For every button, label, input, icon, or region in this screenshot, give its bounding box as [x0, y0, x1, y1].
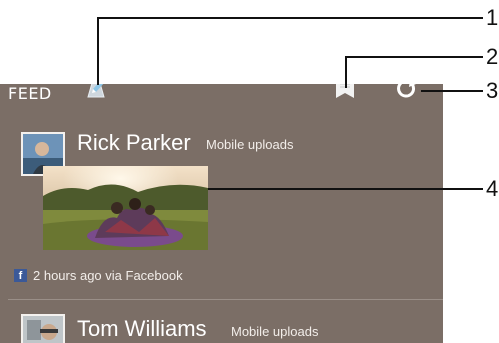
- callout-line-4: [208, 188, 483, 190]
- callout-line-1-vertical: [97, 17, 99, 85]
- post-author-name[interactable]: Rick Parker: [77, 130, 191, 156]
- feed-item[interactable]: Rick Parker Mobile uploads f 2 hours ago…: [0, 120, 443, 298]
- callout-line-1-horizontal: [97, 17, 483, 19]
- callout-line-2-vertical: [345, 56, 347, 88]
- callout-number-2: 2: [486, 44, 499, 69]
- feed-header: FEED: [0, 84, 443, 120]
- callout-number-1: 1: [486, 5, 499, 30]
- post-author-name[interactable]: Tom Williams: [77, 316, 207, 342]
- feed-widget: FEED Rick Parker Mobile uploads f 2 hour…: [0, 84, 443, 343]
- callout-number-3: 3: [486, 78, 499, 103]
- feed-title: FEED: [8, 84, 52, 103]
- refresh-icon[interactable]: [395, 84, 417, 100]
- avatar[interactable]: [21, 314, 65, 343]
- compose-pencil-icon[interactable]: [84, 84, 108, 99]
- feed-item[interactable]: Tom Williams Mobile uploads: [0, 300, 443, 343]
- post-timestamp: 2 hours ago via Facebook: [33, 267, 183, 283]
- callout-line-2-horizontal: [345, 56, 483, 58]
- post-source[interactable]: Mobile uploads: [206, 137, 293, 152]
- post-source[interactable]: Mobile uploads: [231, 324, 318, 339]
- post-meta: f 2 hours ago via Facebook: [14, 266, 183, 284]
- callout-number-4: 4: [486, 176, 499, 201]
- facebook-icon: f: [14, 268, 27, 282]
- post-photo[interactable]: [43, 166, 208, 250]
- callout-line-3: [421, 90, 483, 92]
